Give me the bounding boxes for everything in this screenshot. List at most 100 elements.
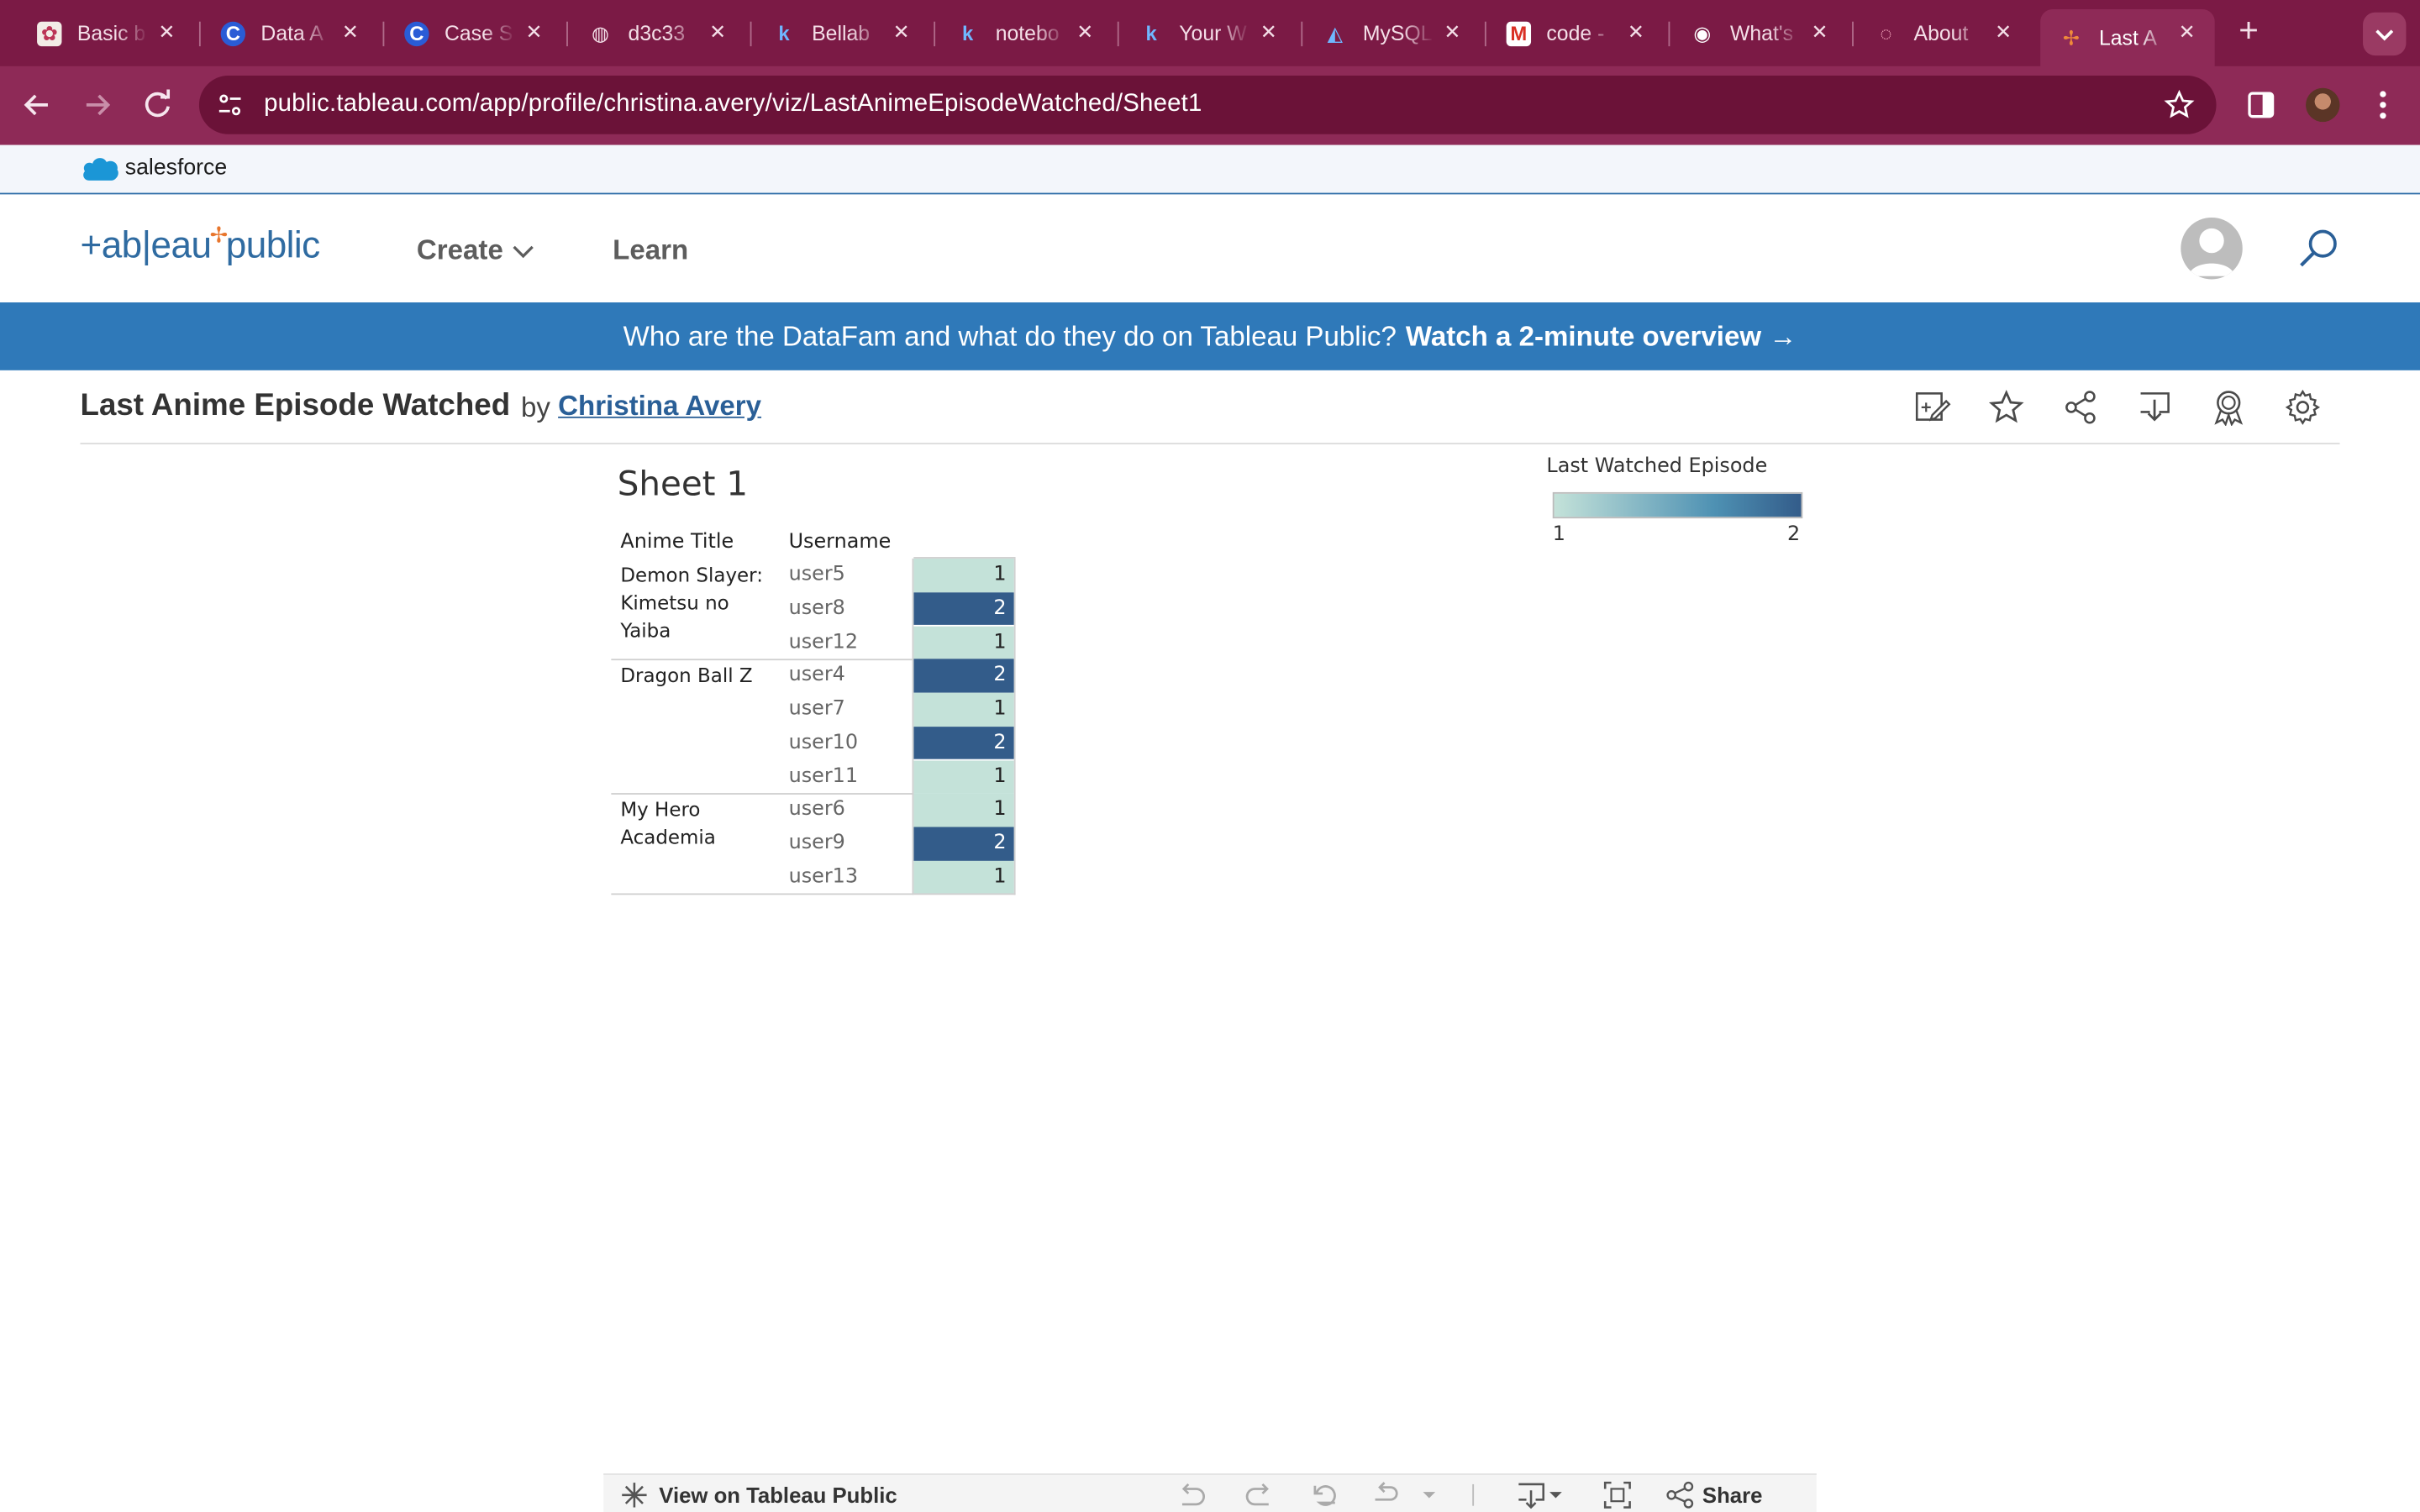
address-bar[interactable]: public.tableau.com/app/profile/christina… <box>198 76 2217 134</box>
username-cell[interactable]: user10 <box>789 731 858 754</box>
browser-tab[interactable]: Mcode - ✕ <box>1488 9 1664 57</box>
episode-value-cell[interactable]: 1 <box>913 558 1014 592</box>
browser-tab[interactable]: ◉ What's ✕ <box>1671 9 1847 57</box>
anime-title-cell[interactable]: Dragon Ball Z <box>620 662 775 690</box>
episode-value-cell[interactable]: 1 <box>913 692 1014 727</box>
salesforce-cloud-icon[interactable] <box>81 155 121 182</box>
close-tab-icon[interactable]: ✕ <box>1623 20 1648 45</box>
share-nodes-icon[interactable] <box>2062 389 2099 426</box>
download-icon[interactable] <box>2136 389 2173 426</box>
back-arrow-icon[interactable] <box>17 85 57 125</box>
color-legend-ramp[interactable] <box>1552 491 1803 519</box>
share-button[interactable]: Share <box>1702 1483 1762 1507</box>
close-tab-icon[interactable]: ✕ <box>705 20 729 45</box>
forward-arrow-icon[interactable] <box>77 85 118 125</box>
salesforce-label[interactable]: salesforce <box>125 156 227 181</box>
close-tab-icon[interactable]: ✕ <box>155 20 179 45</box>
username-cell[interactable]: user5 <box>789 563 845 586</box>
username-cell[interactable]: user9 <box>789 832 845 855</box>
tab-title: Bellab <box>812 21 871 45</box>
episode-value-cell[interactable]: 1 <box>913 759 1014 794</box>
episode-value-cell[interactable]: 2 <box>913 827 1014 860</box>
undo-icon[interactable] <box>1176 1481 1207 1509</box>
browser-tab[interactable]: k Bellab ✕ <box>753 9 929 57</box>
site-settings-icon[interactable] <box>218 92 242 117</box>
datafam-banner[interactable]: Who are the DataFam and what do they do … <box>0 302 2420 370</box>
nav-learn[interactable]: Learn <box>613 234 688 267</box>
browser-tab[interactable]: ◌ About ✕ <box>1855 9 2031 57</box>
browser-profile-avatar[interactable] <box>2306 87 2340 123</box>
close-tab-icon[interactable]: ✕ <box>1256 20 1281 45</box>
tab-separator <box>1117 21 1119 47</box>
edit-viz-icon[interactable] <box>1914 389 1951 426</box>
fullscreen-icon[interactable] <box>1602 1481 1634 1509</box>
browser-tab[interactable]: ◭ MySQL ✕ <box>1304 9 1480 57</box>
browser-tab[interactable]: k notebo ✕ <box>937 9 1113 57</box>
more-menu-icon[interactable] <box>2374 88 2392 122</box>
episode-value-cell[interactable]: 1 <box>913 793 1014 827</box>
share-icon[interactable] <box>1665 1481 1697 1509</box>
side-panel-icon[interactable] <box>2247 91 2275 118</box>
column-header-username[interactable]: Username <box>789 531 892 554</box>
column-header-anime-title[interactable]: Anime Title <box>620 531 734 554</box>
username-cell[interactable]: user7 <box>789 697 845 721</box>
username-cell[interactable]: user8 <box>789 596 845 620</box>
download-menu-icon[interactable] <box>1516 1481 1565 1509</box>
redo-icon[interactable] <box>1244 1481 1275 1509</box>
close-tab-icon[interactable]: ✕ <box>522 20 546 45</box>
episode-value-cell[interactable]: 2 <box>913 591 1014 626</box>
close-tab-icon[interactable]: ✕ <box>1073 20 1097 45</box>
sheet-title: Sheet 1 <box>617 465 749 505</box>
badge-award-icon[interactable] <box>2210 389 2247 426</box>
browser-tab[interactable]: k Your W ✕ <box>1120 9 1296 57</box>
episode-value-cell[interactable]: 1 <box>913 625 1014 659</box>
revert-icon[interactable] <box>1310 1481 1341 1509</box>
username-cell[interactable]: user13 <box>789 865 858 889</box>
anime-title-cell[interactable]: My Hero Academia <box>620 796 775 852</box>
viz-author-link[interactable]: Christina Avery <box>558 391 761 423</box>
user-avatar[interactable] <box>2181 217 2243 280</box>
tab-title: MySQL <box>1362 21 1433 45</box>
browser-tab[interactable]: ✿ Basic b ✕ <box>18 9 194 57</box>
banner-link[interactable]: Watch a 2-minute overview → <box>1406 320 1797 353</box>
close-tab-icon[interactable]: ✕ <box>889 20 913 45</box>
reload-icon[interactable] <box>137 85 177 125</box>
close-tab-icon[interactable]: ✕ <box>1807 20 1832 45</box>
tableau-public-logo[interactable]: +ab|eau✢public <box>80 222 321 268</box>
new-tab-button[interactable]: + <box>2233 13 2265 47</box>
browser-tab[interactable]: ◍ d3c33 ✕ <box>570 9 745 57</box>
bookmark-star-icon[interactable] <box>2164 89 2195 121</box>
episode-value-cell[interactable]: 1 <box>913 860 1014 894</box>
episode-value-cell[interactable]: 2 <box>913 659 1014 693</box>
episode-value-cell[interactable]: 2 <box>913 726 1014 760</box>
tab-search-button[interactable] <box>2363 12 2407 56</box>
close-tab-icon[interactable]: ✕ <box>1991 20 2015 45</box>
chevron-down-icon <box>2375 29 2394 41</box>
logo-text-left: +ab|eau <box>80 225 212 267</box>
close-tab-icon[interactable]: ✕ <box>338 20 362 45</box>
caret-down-icon[interactable] <box>1418 1481 1440 1509</box>
anime-title-cell[interactable]: Demon Slayer: Kimetsu no Yaiba <box>620 562 775 645</box>
view-on-tableau-public-link[interactable]: View on Tableau Public <box>622 1483 897 1507</box>
browser-tab[interactable]: C Data A ✕ <box>203 9 378 57</box>
tab-title: Case S <box>444 21 513 45</box>
tab-title: About <box>1913 21 1969 45</box>
username-cell[interactable]: user6 <box>789 798 845 822</box>
group-divider <box>611 792 914 795</box>
favorite-star-icon[interactable] <box>1988 389 2025 426</box>
search-icon[interactable] <box>2296 225 2343 271</box>
nav-create[interactable]: Create <box>417 234 534 267</box>
nav-create-label: Create <box>416 234 503 265</box>
close-tab-icon[interactable]: ✕ <box>1440 20 1465 45</box>
username-cell[interactable]: user12 <box>789 630 858 654</box>
tab-title: notebo <box>995 21 1060 45</box>
browser-tab[interactable]: ✢ Last A ✕ <box>2040 9 2215 66</box>
close-tab-icon[interactable]: ✕ <box>2175 20 2199 45</box>
username-cell[interactable]: user11 <box>789 764 858 788</box>
gear-icon[interactable] <box>2284 389 2321 426</box>
refresh-icon[interactable] <box>1370 1481 1402 1509</box>
username-cell[interactable]: user4 <box>789 664 845 687</box>
browser-tab[interactable]: C Case S ✕ <box>386 9 561 57</box>
c-brand-icon: C <box>220 20 246 46</box>
browser-toolbar: public.tableau.com/app/profile/christina… <box>0 66 2420 145</box>
